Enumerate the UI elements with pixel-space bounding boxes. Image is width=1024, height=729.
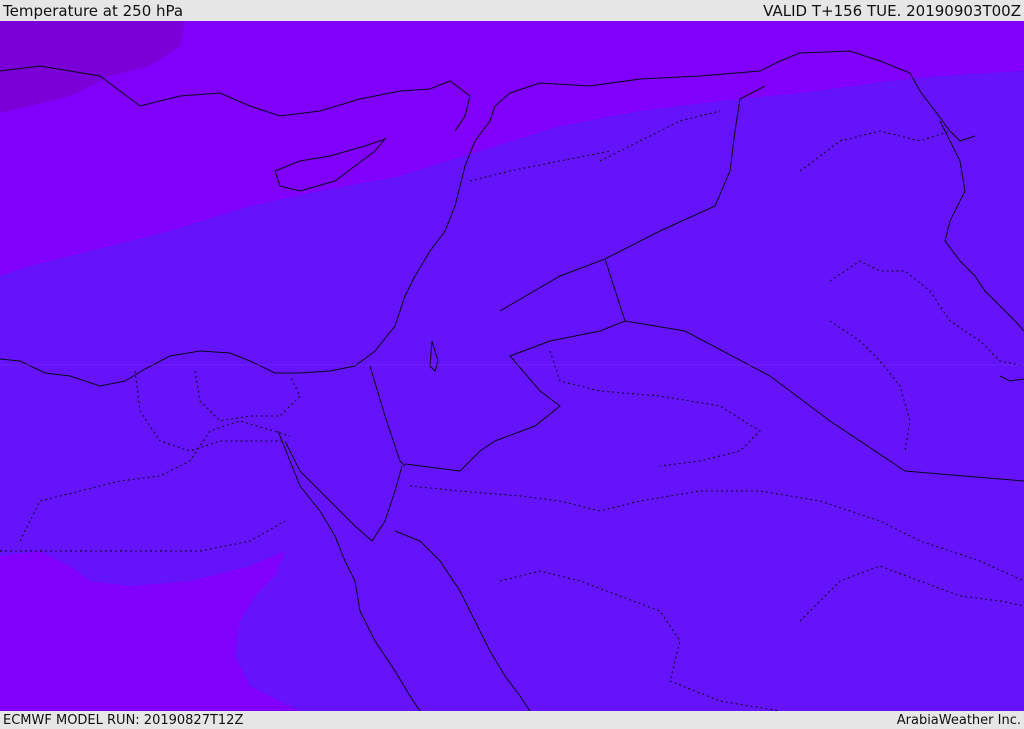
map-area[interactable] [0, 21, 1024, 711]
credit: ArabiaWeather Inc. [896, 712, 1021, 728]
map-title: Temperature at 250 hPa [3, 1, 184, 20]
map-header: Temperature at 250 hPa VALID T+156 TUE. … [0, 0, 1024, 21]
valid-time: VALID T+156 TUE. 20190903T00Z [763, 1, 1021, 20]
map-footer: ECMWF MODEL RUN: 20190827T12Z ArabiaWeat… [0, 711, 1024, 729]
map-canvas[interactable] [0, 21, 1024, 711]
model-run: ECMWF MODEL RUN: 20190827T12Z [3, 712, 244, 728]
